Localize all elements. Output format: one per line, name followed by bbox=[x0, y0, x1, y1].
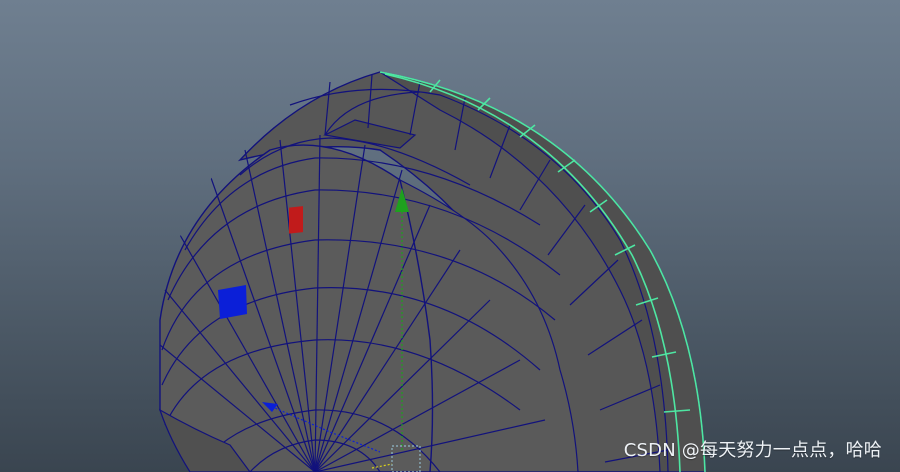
z-axis-handle-icon[interactable] bbox=[218, 285, 247, 319]
maya-viewport[interactable]: CSDN @每天努力一点点，哈哈 bbox=[0, 0, 900, 472]
x-axis-handle-icon[interactable] bbox=[289, 206, 303, 234]
3d-scene[interactable] bbox=[0, 0, 900, 472]
front-face-surface[interactable] bbox=[159, 144, 434, 472]
csdn-watermark: CSDN @每天努力一点点，哈哈 bbox=[623, 440, 882, 461]
polygon-mesh[interactable] bbox=[159, 71, 706, 472]
